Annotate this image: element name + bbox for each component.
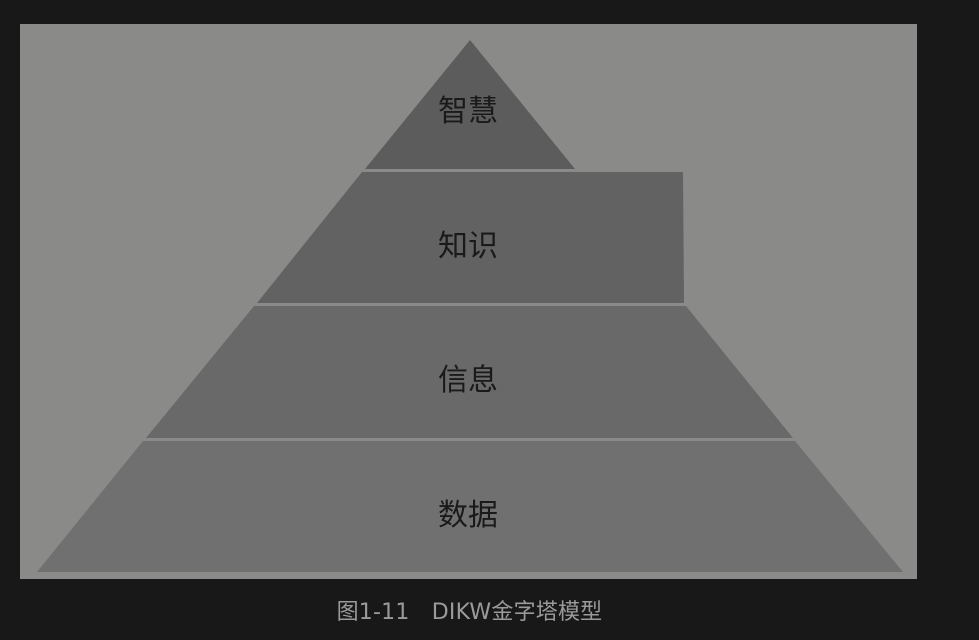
page: 智慧 知识 信息 数据 图1-11 DIKW金字塔模型 — [0, 0, 979, 640]
pyramid-label-information: 信息 — [438, 363, 498, 398]
figure-panel: 智慧 知识 信息 数据 — [20, 24, 917, 579]
pyramid-label-knowledge: 知识 — [438, 229, 498, 264]
pyramid-label-wisdom: 智慧 — [438, 94, 498, 129]
pyramid-label-data: 数据 — [438, 498, 498, 533]
figure-caption: 图1-11 DIKW金字塔模型 — [336, 600, 603, 625]
dikw-pyramid: 智慧 知识 信息 数据 — [37, 40, 903, 572]
